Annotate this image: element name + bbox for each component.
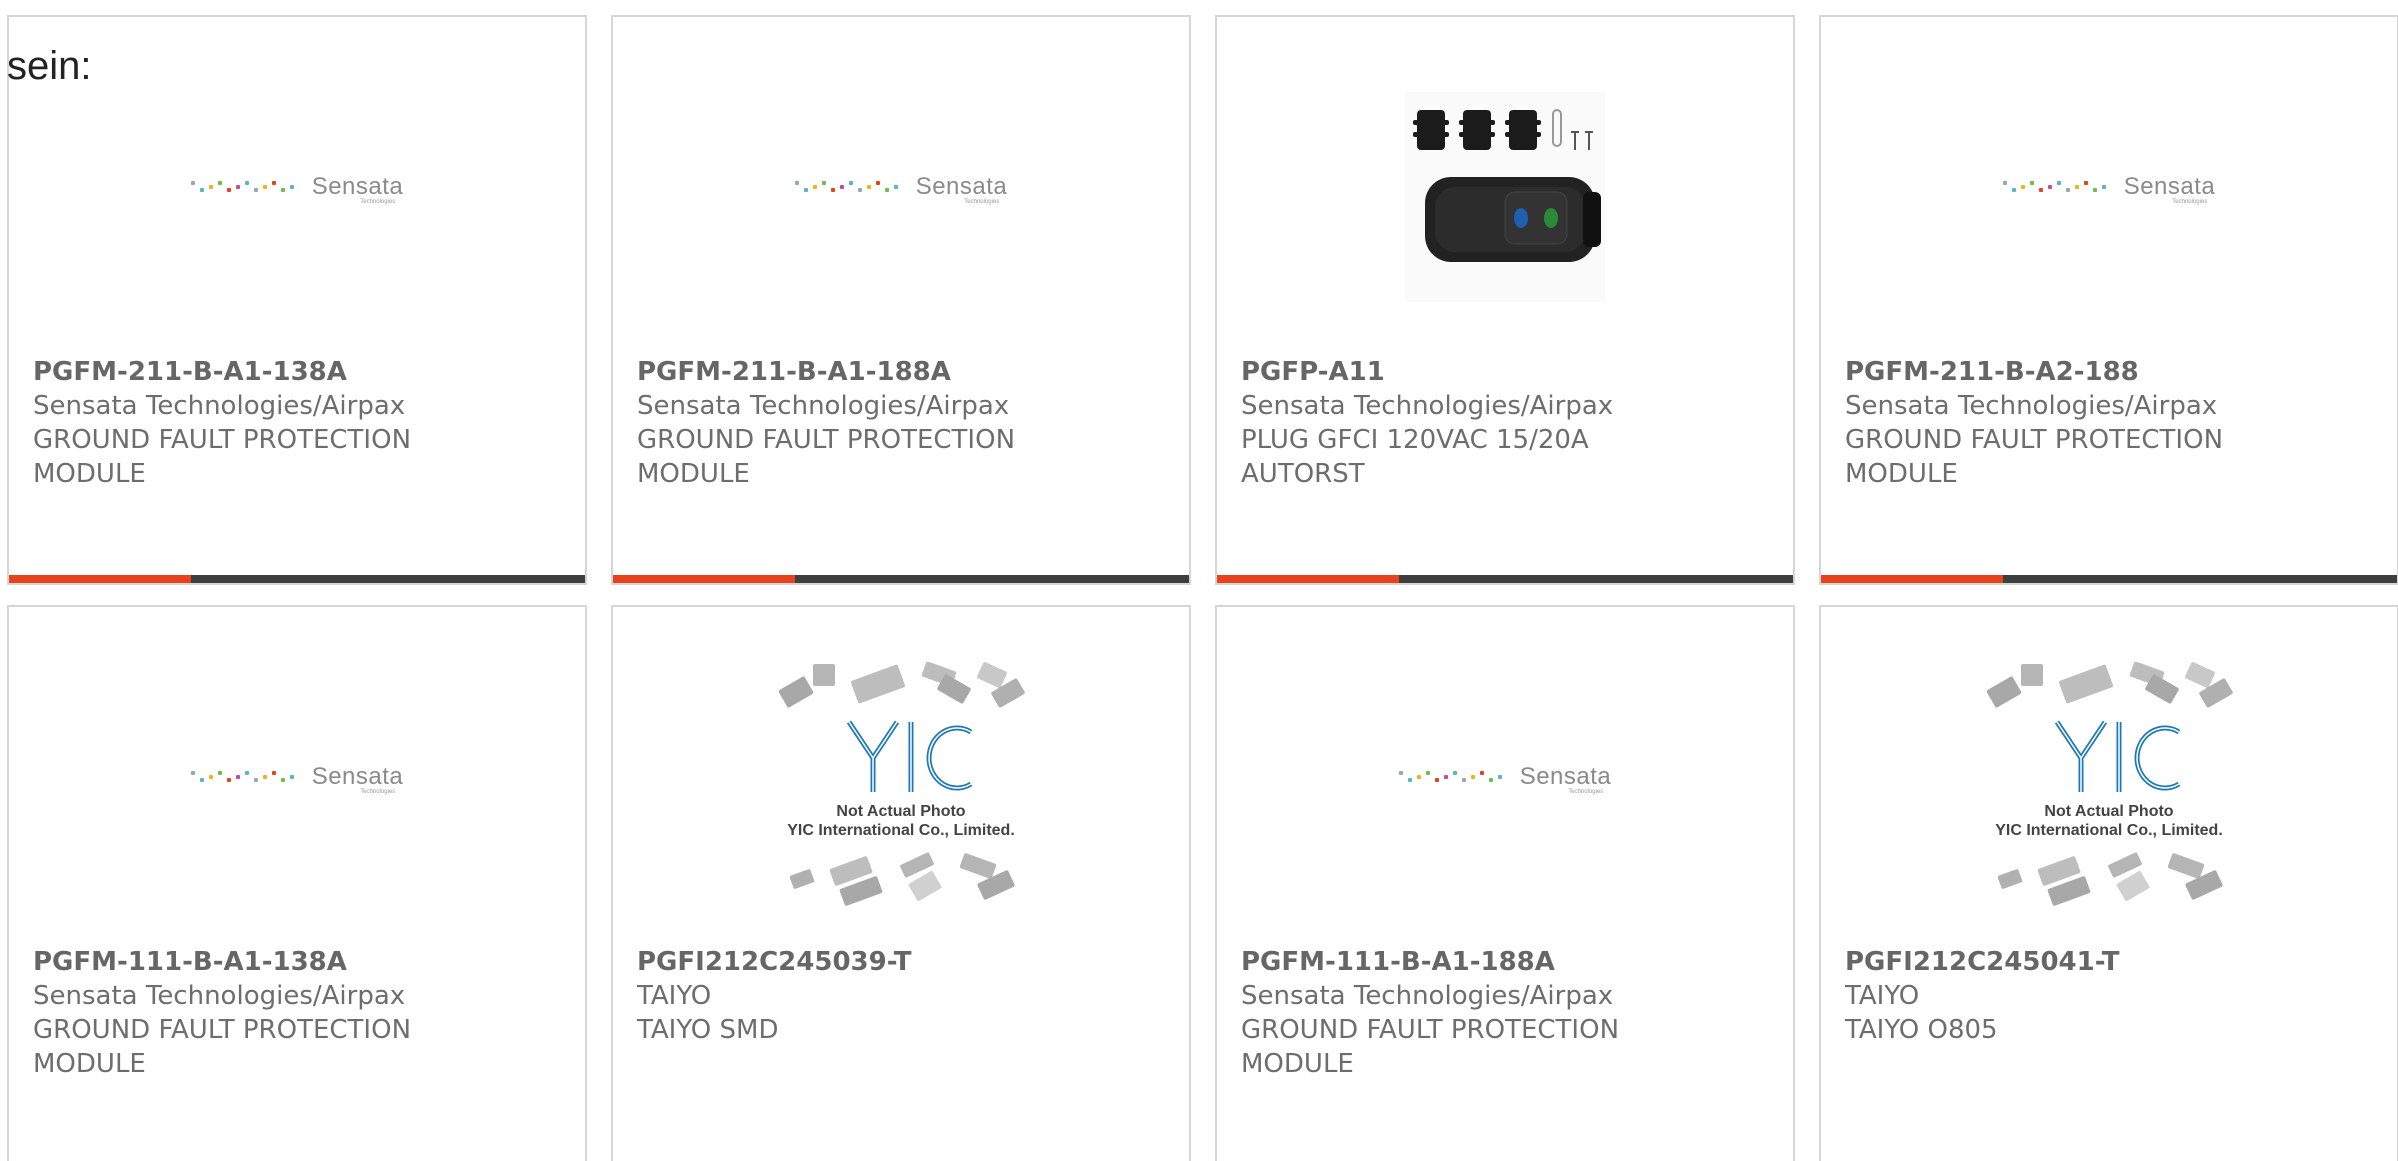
product-part-number[interactable]: PGFM-211-B-A1-188A <box>637 355 1057 389</box>
product-description: GROUND FAULT PROTECTION MODULE <box>33 425 412 489</box>
product-manufacturer: Sensata Technologies/Airpax <box>1241 391 1614 421</box>
product-grid: Sensata Technologies PGFM-211-B-A1-138A S… <box>7 15 2398 1161</box>
product-image[interactable]: Sensata Technologies <box>9 662 585 912</box>
product-image[interactable]: Sensata Technologies <box>1217 662 1793 912</box>
product-card[interactable]: Sensata Technologies PGFM-211-B-A1-138A S… <box>7 15 587 585</box>
product-part-number[interactable]: PGFM-211-B-A1-138A <box>33 355 453 389</box>
sensata-logo-word: Sensata Technologies <box>915 173 1008 205</box>
yic-caption-line1: Not Actual Photo <box>2044 803 2174 820</box>
product-part-number[interactable]: PGFM-111-B-A1-138A <box>33 945 453 979</box>
product-image[interactable]: Sensata Technologies <box>613 72 1189 322</box>
product-card[interactable]: Sensata Technologies PGFM-111-B-A1-188A S… <box>1215 605 1795 1161</box>
product-card[interactable]: PGFP-A11 Sensata Technologies/Airpax PLU… <box>1215 15 1795 585</box>
product-image[interactable] <box>1217 72 1793 322</box>
product-card[interactable]: Not Actual Photo YIC International Co., … <box>1819 605 2398 1161</box>
sensata-logo-dots <box>2002 181 2106 192</box>
product-part-number[interactable]: PGFP-A11 <box>1241 355 1661 389</box>
product-info: PGFI212C245041-T TAIYO TAIYO O805 <box>1845 945 2265 1047</box>
yic-caption-line2: YIC International Co., Limited. <box>1995 822 2223 839</box>
product-manufacturer: TAIYO <box>1845 981 1920 1011</box>
intro-text: sein: <box>7 44 92 88</box>
product-manufacturer: Sensata Technologies/Airpax <box>637 391 1010 421</box>
sensata-logo-word: Sensata Technologies <box>2123 173 2216 205</box>
sensata-logo-dots <box>190 771 294 782</box>
product-info: PGFM-211-B-A1-138A Sensata Technologies/… <box>33 355 453 491</box>
sensata-logo-word: Sensata Technologies <box>311 173 404 205</box>
card-accent-bar <box>1821 575 2003 583</box>
product-listing-page: sein: Sensata Technologies PGFM-211-B-A1-… <box>0 0 2398 1161</box>
product-card[interactable]: Sensata Technologies PGFM-111-B-A1-138A S… <box>7 605 587 1161</box>
product-info: PGFI212C245039-T TAIYO TAIYO SMD <box>637 945 1057 1047</box>
product-description: TAIYO O805 <box>1845 1015 1998 1045</box>
product-manufacturer: Sensata Technologies/Airpax <box>33 981 406 1011</box>
product-info: PGFM-111-B-A1-188A Sensata Technologies/… <box>1241 945 1661 1081</box>
yic-caption: Not Actual Photo YIC International Co., … <box>1969 802 2249 840</box>
card-accent-bar <box>613 575 795 583</box>
product-description: GROUND FAULT PROTECTION MODULE <box>637 425 1016 489</box>
sensata-logo: Sensata Technologies <box>190 173 404 205</box>
product-info: PGFM-111-B-A1-138A Sensata Technologies/… <box>33 945 453 1081</box>
sensata-logo-word: Sensata Technologies <box>311 763 404 795</box>
card-bottom-bar <box>1821 575 2397 583</box>
product-image[interactable]: Not Actual Photo YIC International Co., … <box>613 662 1189 912</box>
product-manufacturer: TAIYO <box>637 981 712 1011</box>
product-manufacturer: Sensata Technologies/Airpax <box>1845 391 2218 421</box>
sensata-logo: Sensata Technologies <box>190 763 404 795</box>
product-part-number[interactable]: PGFM-111-B-A1-188A <box>1241 945 1661 979</box>
sensata-logo-dots <box>1398 771 1502 782</box>
product-description: PLUG GFCI 120VAC 15/20A AUTORST <box>1241 425 1589 489</box>
product-description: TAIYO SMD <box>637 1015 779 1045</box>
product-card[interactable]: Sensata Technologies PGFM-211-B-A1-188A S… <box>611 15 1191 585</box>
yic-chips-graphic <box>778 662 1025 906</box>
product-manufacturer: Sensata Technologies/Airpax <box>33 391 406 421</box>
sensata-logo-dots <box>190 181 294 192</box>
product-image[interactable]: Sensata Technologies <box>1821 72 2397 322</box>
product-part-number[interactable]: PGFM-211-B-A2-188 <box>1845 355 2265 389</box>
product-description: GROUND FAULT PROTECTION MODULE <box>33 1015 412 1079</box>
yic-caption: Not Actual Photo YIC International Co., … <box>761 802 1041 840</box>
gfci-plug-photo <box>1405 92 1605 302</box>
not-actual-photo-placeholder: Not Actual Photo YIC International Co., … <box>761 662 1041 912</box>
card-bottom-bar <box>613 575 1189 583</box>
sensata-logo-dots <box>794 181 898 192</box>
sensata-logo-word: Sensata Technologies <box>1519 763 1612 795</box>
product-image[interactable]: Not Actual Photo YIC International Co., … <box>1821 662 2397 912</box>
card-accent-bar <box>9 575 191 583</box>
product-manufacturer: Sensata Technologies/Airpax <box>1241 981 1614 1011</box>
product-image[interactable]: Sensata Technologies <box>9 72 585 322</box>
sensata-logo: Sensata Technologies <box>2002 173 2216 205</box>
yic-caption-line1: Not Actual Photo <box>836 803 966 820</box>
product-card[interactable]: Sensata Technologies PGFM-211-B-A2-188 Se… <box>1819 15 2398 585</box>
yic-caption-line2: YIC International Co., Limited. <box>787 822 1015 839</box>
yic-chips-graphic <box>1986 662 2233 906</box>
product-description: GROUND FAULT PROTECTION MODULE <box>1241 1015 1620 1079</box>
not-actual-photo-placeholder: Not Actual Photo YIC International Co., … <box>1969 662 2249 912</box>
product-info: PGFM-211-B-A2-188 Sensata Technologies/A… <box>1845 355 2265 491</box>
card-accent-bar <box>1217 575 1399 583</box>
product-info: PGFP-A11 Sensata Technologies/Airpax PLU… <box>1241 355 1661 491</box>
product-card[interactable]: Not Actual Photo YIC International Co., … <box>611 605 1191 1161</box>
product-part-number[interactable]: PGFI212C245039-T <box>637 945 1057 979</box>
product-description: GROUND FAULT PROTECTION MODULE <box>1845 425 2224 489</box>
product-part-number[interactable]: PGFI212C245041-T <box>1845 945 2265 979</box>
sensata-logo: Sensata Technologies <box>1398 763 1612 795</box>
card-bottom-bar <box>1217 575 1793 583</box>
sensata-logo: Sensata Technologies <box>794 173 1008 205</box>
product-info: PGFM-211-B-A1-188A Sensata Technologies/… <box>637 355 1057 491</box>
card-bottom-bar <box>9 575 585 583</box>
